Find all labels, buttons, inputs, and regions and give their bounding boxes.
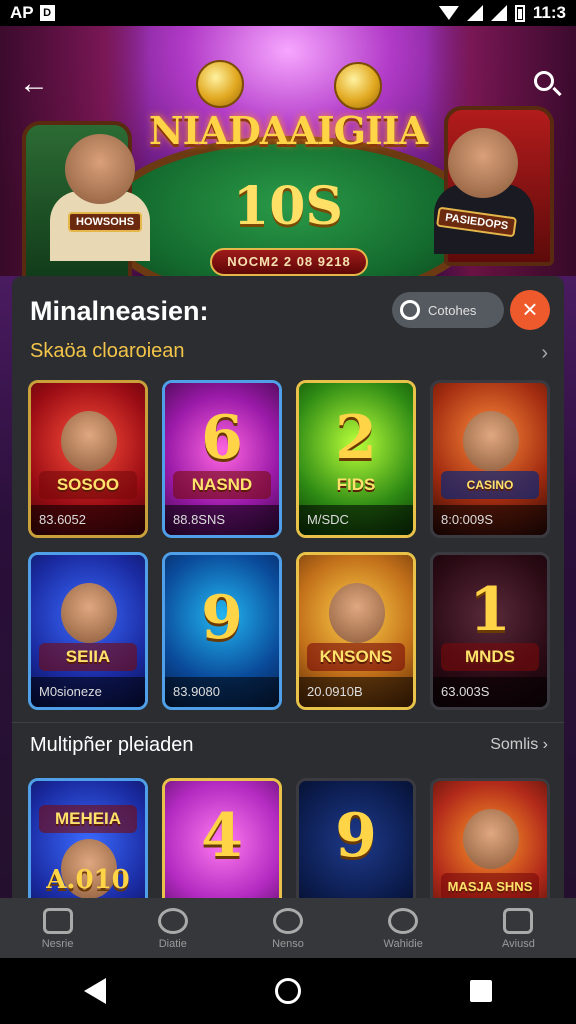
game-card[interactable]: SEIIA M0sioneze <box>28 552 148 710</box>
game-caption: 20.0910B <box>299 677 413 707</box>
home-circle-icon[interactable] <box>274 978 301 1004</box>
character-icon <box>329 583 385 643</box>
nav-item-search[interactable]: Nenso <box>230 898 345 958</box>
game-banner: SOSOO <box>39 471 137 499</box>
game-number: 2 <box>335 403 377 473</box>
toggle-label: Cotohes <box>428 302 477 318</box>
hero-amount: 10S <box>233 176 343 237</box>
character-icon <box>463 809 519 869</box>
folder-icon <box>503 908 534 934</box>
toggle-knob-icon <box>400 300 420 320</box>
settings-icon <box>388 908 419 934</box>
nav-label: Wahidie <box>383 938 423 950</box>
see-all-label: Somlis <box>490 736 539 753</box>
nav-item-folder[interactable]: Aviusd <box>461 898 576 958</box>
character-icon <box>61 583 117 643</box>
carrier-label: AP <box>10 3 34 22</box>
divider <box>12 722 564 723</box>
game-number: 9 <box>335 801 377 871</box>
game-caption: M0sioneze <box>31 677 145 707</box>
game-card[interactable]: 6 NASND 88.8SNS <box>162 380 282 538</box>
game-caption: 8:0:009S <box>433 505 547 535</box>
signal-icon <box>466 5 483 21</box>
game-caption: 83.6052 <box>31 505 145 535</box>
game-number: 1 <box>469 575 511 645</box>
nav-label: Nenso <box>272 938 304 950</box>
game-banner: SEIIA <box>39 643 137 671</box>
search-icon <box>273 908 303 934</box>
back-arrow-icon[interactable]: ← <box>16 66 52 102</box>
chevron-right-icon[interactable]: › <box>541 342 548 365</box>
toggle-switch[interactable]: Cotohes <box>392 292 504 328</box>
home-icon <box>42 908 73 934</box>
character-icon <box>61 411 117 471</box>
hero-title: NIADAAIGIIA <box>148 108 428 153</box>
game-caption: 88.8SNS <box>165 505 279 535</box>
game-banner: MNDS <box>441 643 539 671</box>
subsection-title: Skaöa cloaroiean <box>30 340 185 362</box>
game-number: A.010 <box>46 865 130 895</box>
game-number: 9 <box>201 583 243 653</box>
back-triangle-icon[interactable] <box>84 978 107 1004</box>
panel-title: Minalneasien: <box>30 296 209 326</box>
system-nav-bar <box>0 958 576 1024</box>
coin-icon <box>334 62 382 110</box>
game-card[interactable]: KNSONS 20.0910B <box>296 552 416 710</box>
signal-icon-2 <box>490 5 507 21</box>
game-banner: NASND <box>173 471 271 499</box>
nav-label: Diatie <box>158 938 187 950</box>
hero-banner[interactable]: HOWSOHS PASIEDOPS NIADAAIGIIA 10S NOCM2 … <box>0 26 576 276</box>
bottom-nav: Nesrie Diatie Nenso Wahidie Aviusd <box>0 898 576 958</box>
character-icon <box>463 411 519 471</box>
nav-item-chat[interactable]: Diatie <box>115 898 230 958</box>
games-panel: Minalneasien: Cotohes × Skaöa cloaroiean… <box>12 276 564 936</box>
nav-label: Nesrie <box>41 938 74 950</box>
game-card[interactable]: CASINO 8:0:009S <box>430 380 550 538</box>
coin-icon <box>196 60 244 108</box>
game-banner: FIDS <box>336 475 376 494</box>
multiplayer-title: Multipñer pleiaden <box>30 734 194 756</box>
battery-icon <box>514 4 525 22</box>
game-banner: MASJA SHNS <box>441 873 539 901</box>
sim-icon: D <box>39 5 55 21</box>
game-card[interactable]: 2 FIDS M/SDC <box>296 380 416 538</box>
game-card[interactable]: 9 83.9080 <box>162 552 282 710</box>
game-banner: KNSONS <box>307 643 405 671</box>
wifi-icon <box>438 6 459 20</box>
featured-grid: SOSOO 83.6052 6 NASND 88.8SNS 2 FIDS M/S… <box>28 380 550 710</box>
nav-item-settings[interactable]: Wahidie <box>346 898 461 958</box>
game-number: 4 <box>201 801 243 871</box>
game-card[interactable]: 1 MNDS 63.003S <box>430 552 550 710</box>
recents-square-icon[interactable] <box>469 980 492 1002</box>
search-icon[interactable] <box>528 66 564 102</box>
close-button[interactable]: × <box>510 290 550 330</box>
game-card[interactable]: SOSOO 83.6052 <box>28 380 148 538</box>
game-caption: 83.9080 <box>165 677 279 707</box>
nav-item-home[interactable]: Nesrie <box>0 898 115 958</box>
game-banner: MEHEIA <box>39 805 137 833</box>
status-bar: AP D 11:3 <box>0 0 576 26</box>
game-banner: CASINO <box>441 471 539 499</box>
hero-pill[interactable]: NOCM2 2 08 9218 <box>210 248 368 276</box>
see-all-link[interactable]: Somlis › <box>490 736 548 754</box>
game-caption: M/SDC <box>299 505 413 535</box>
game-caption: 63.003S <box>433 677 547 707</box>
nav-label: Aviusd <box>502 938 535 950</box>
clock: 11:3 <box>532 3 566 22</box>
chat-icon <box>157 908 188 934</box>
game-number: 6 <box>201 403 243 473</box>
